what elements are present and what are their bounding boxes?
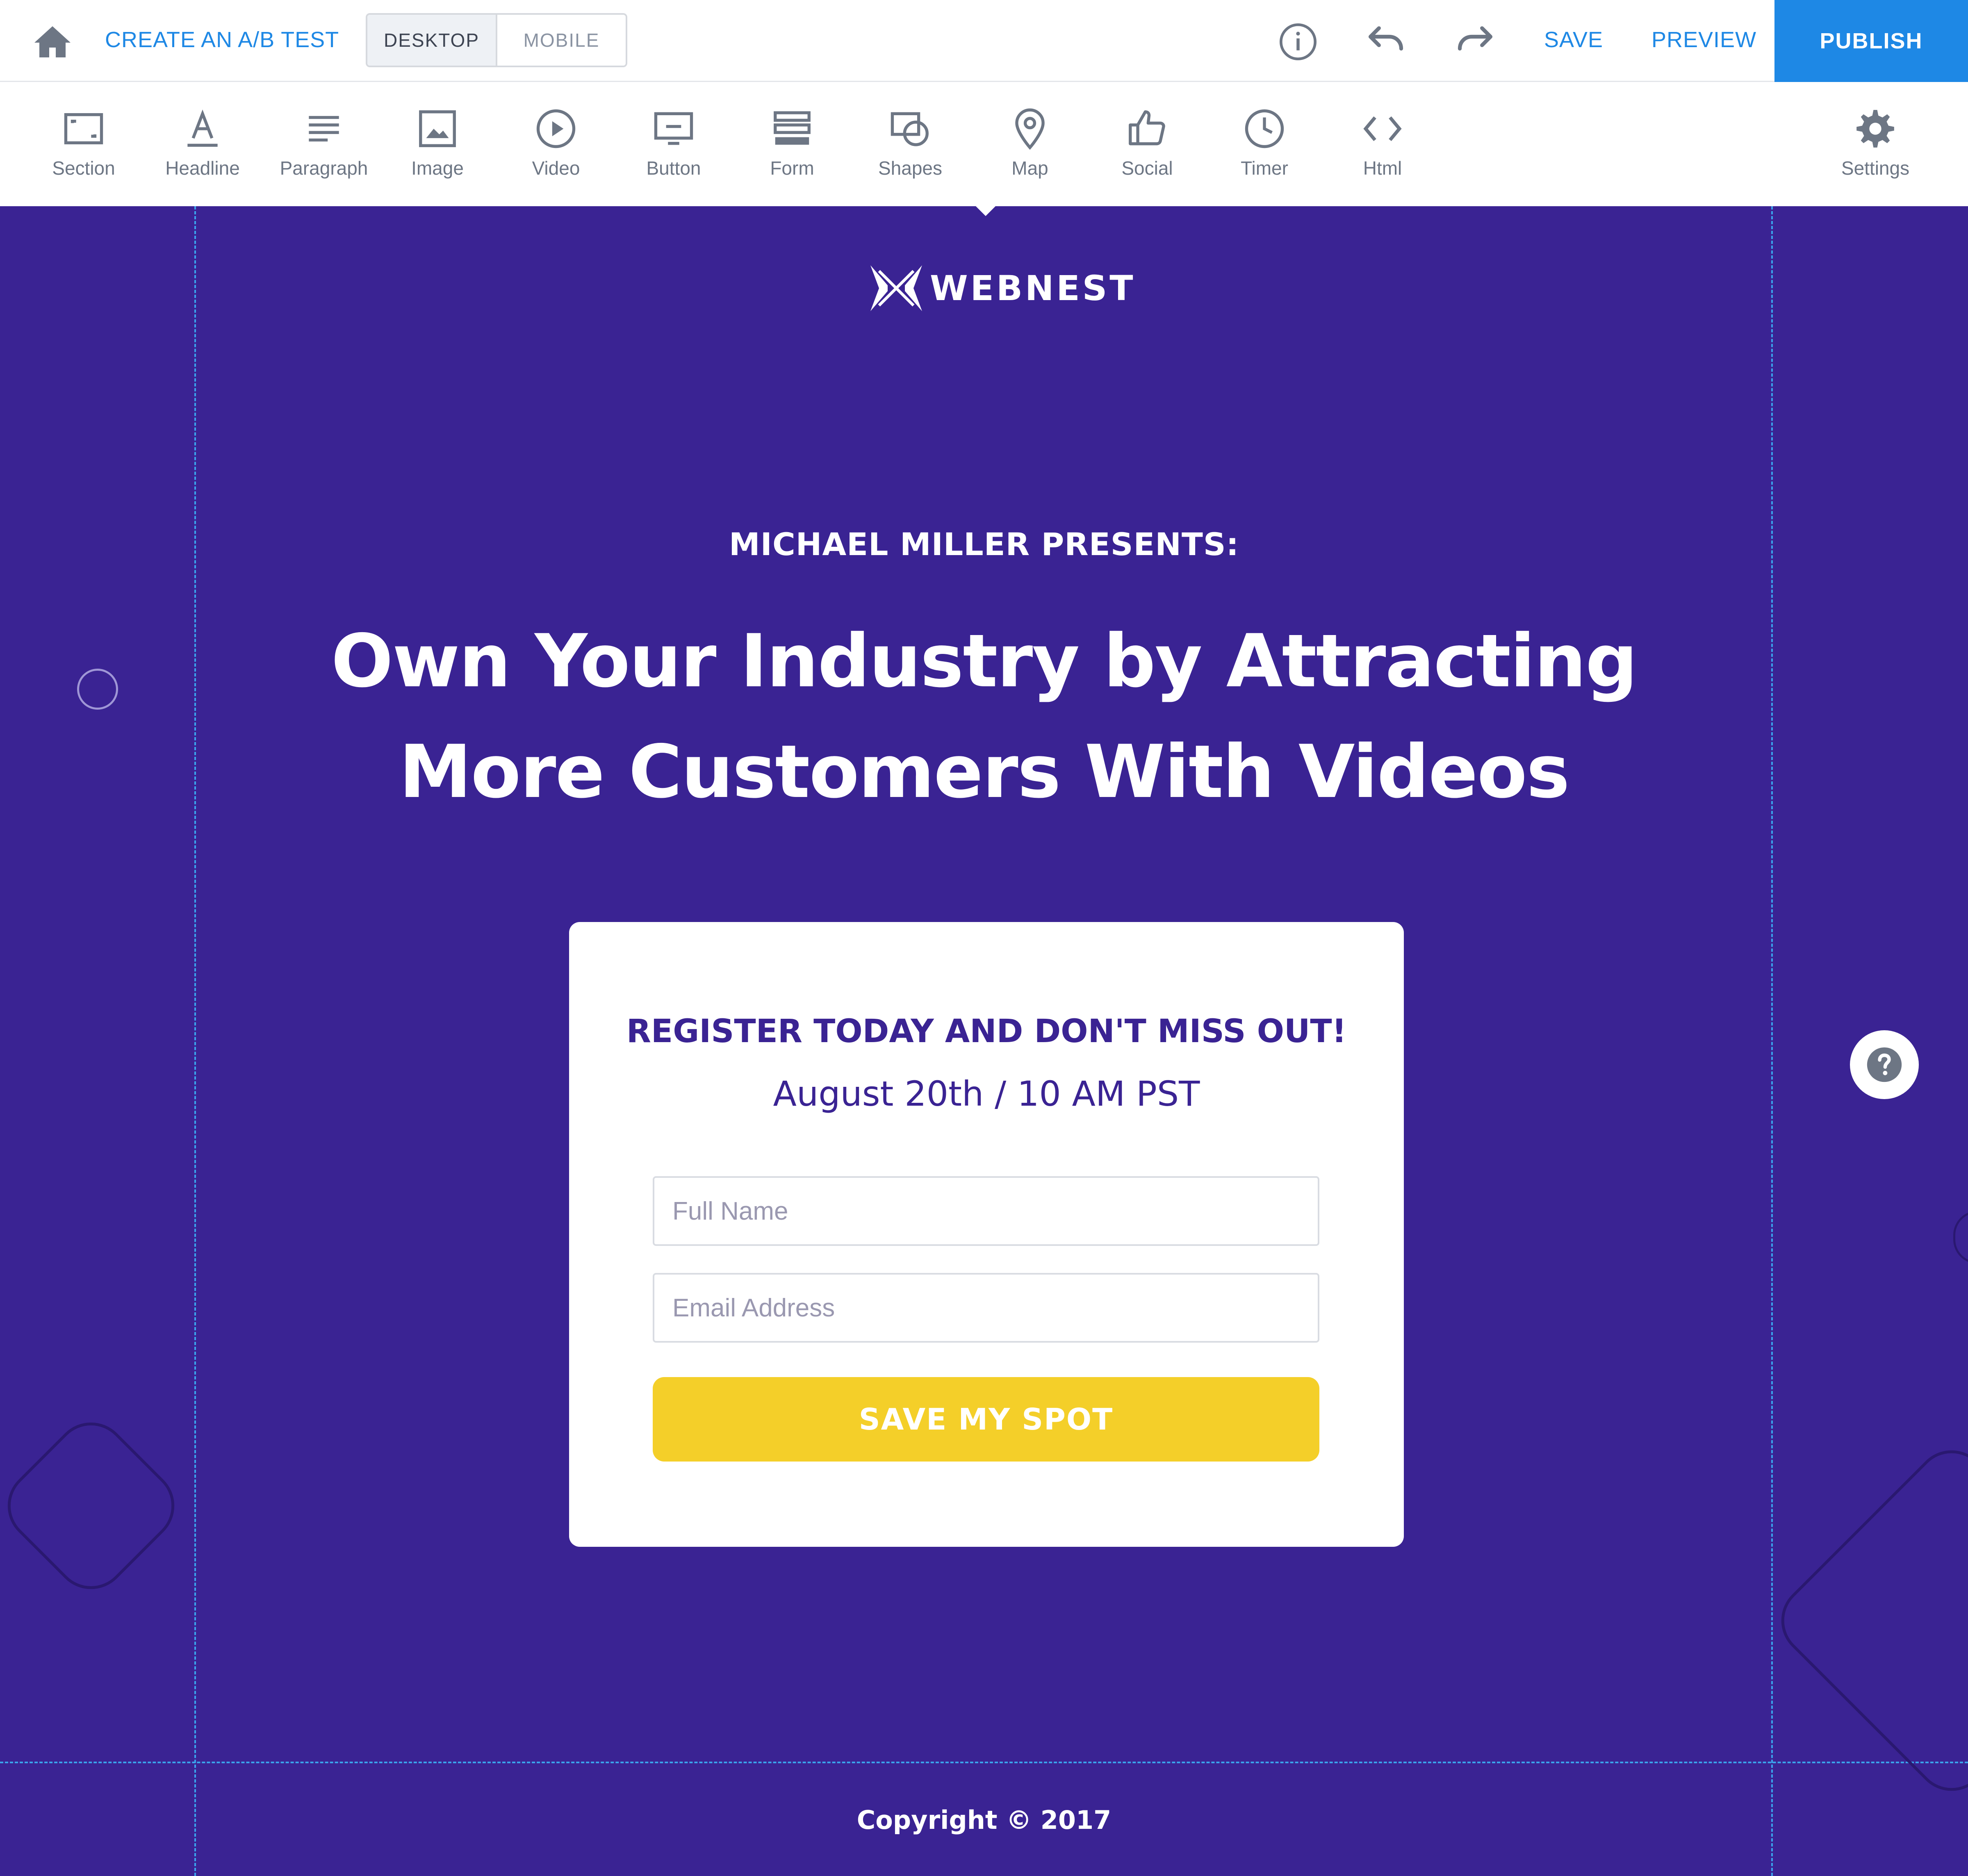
guide-line: [0, 1762, 1968, 1763]
email-field[interactable]: [653, 1273, 1319, 1343]
tool-label: Section: [52, 157, 115, 179]
home-icon[interactable]: [33, 25, 72, 59]
copyright-text[interactable]: Copyright © 2017: [0, 1805, 1968, 1835]
headline-line: More Customers With Videos: [399, 729, 1570, 814]
presenter-line[interactable]: MICHAEL MILLER PRESENTS:: [0, 526, 1968, 562]
save-my-spot-button[interactable]: SAVE MY SPOT: [653, 1377, 1319, 1462]
image-icon: [419, 110, 456, 147]
decorative-shape: [1766, 1435, 1968, 1806]
guide-line: [194, 206, 196, 1876]
tool-map[interactable]: Map: [977, 83, 1083, 206]
video-icon: [536, 109, 576, 148]
question-icon: [1867, 1047, 1902, 1082]
guide-line: [1771, 206, 1773, 1876]
save-button[interactable]: SAVE: [1544, 27, 1603, 52]
code-icon: [1363, 116, 1402, 141]
top-bar: CREATE AN A/B TEST DESKTOP MOBILE SAVE P…: [0, 0, 1968, 82]
event-date[interactable]: August 20th / 10 AM PST: [569, 1074, 1404, 1114]
clock-icon: [1245, 109, 1284, 148]
tool-image[interactable]: Image: [384, 83, 491, 206]
logo: WEBNEST: [868, 260, 1136, 317]
gear-icon: [1856, 110, 1894, 148]
tool-label: Html: [1363, 157, 1402, 179]
tool-social[interactable]: Social: [1094, 83, 1200, 206]
tool-timer[interactable]: Timer: [1211, 83, 1318, 206]
headline-line: Own Your Industry by Attracting: [331, 619, 1638, 704]
tool-video[interactable]: Video: [503, 83, 609, 206]
shapes-icon: [891, 112, 929, 146]
full-name-field[interactable]: [653, 1176, 1319, 1246]
tool-button[interactable]: Button: [620, 83, 727, 206]
webnest-logo-icon: [870, 265, 922, 311]
page-headline[interactable]: Own Your Industry by Attracting More Cus…: [246, 606, 1722, 827]
paragraph-icon: [309, 116, 339, 142]
page-canvas[interactable]: WEBNEST MICHAEL MILLER PRESENTS: Own You…: [0, 206, 1968, 1876]
edge-handle[interactable]: [1953, 1211, 1968, 1264]
tool-form[interactable]: Form: [739, 83, 845, 206]
logo-text: WEBNEST: [930, 268, 1136, 308]
tool-label: Map: [1011, 157, 1048, 179]
publish-button[interactable]: PUBLISH: [1774, 0, 1968, 82]
mobile-toggle[interactable]: MOBILE: [497, 15, 626, 66]
map-pin-icon: [1015, 108, 1045, 150]
tool-paragraph[interactable]: Paragraph: [271, 83, 377, 206]
tool-headline[interactable]: Headline: [149, 83, 256, 206]
tool-label: Paragraph: [280, 157, 368, 179]
toolbar-pointer: [976, 206, 995, 216]
info-icon[interactable]: [1278, 21, 1319, 62]
tool-label: Video: [532, 157, 580, 179]
tool-label: Button: [646, 157, 701, 179]
desktop-toggle[interactable]: DESKTOP: [367, 15, 497, 66]
decorative-shape: [0, 1407, 190, 1605]
section-handle[interactable]: [77, 669, 118, 710]
form-icon: [774, 111, 811, 145]
redo-icon[interactable]: [1455, 21, 1496, 62]
section-icon: [64, 113, 103, 145]
button-icon: [654, 112, 693, 145]
tool-label: Image: [411, 157, 464, 179]
tool-label: Form: [770, 157, 814, 179]
tool-settings[interactable]: Settings: [1822, 83, 1929, 206]
tool-label: Settings: [1841, 157, 1910, 179]
help-button[interactable]: [1850, 1030, 1919, 1099]
tool-label: Shapes: [878, 157, 942, 179]
headline-icon: [187, 109, 218, 147]
tool-shapes[interactable]: Shapes: [857, 83, 963, 206]
preview-button[interactable]: PREVIEW: [1651, 27, 1756, 52]
card-title[interactable]: REGISTER TODAY AND DON'T MISS OUT!: [569, 1013, 1404, 1050]
tool-label: Social: [1121, 157, 1173, 179]
tool-label: Timer: [1241, 157, 1288, 179]
element-toolbar: Section Headline Paragraph Image Video B…: [0, 83, 1968, 206]
device-toggle: DESKTOP MOBILE: [366, 13, 627, 67]
tool-html[interactable]: Html: [1329, 83, 1436, 206]
registration-card[interactable]: REGISTER TODAY AND DON'T MISS OUT! Augus…: [569, 922, 1404, 1547]
create-ab-test-link[interactable]: CREATE AN A/B TEST: [105, 27, 339, 52]
tool-section[interactable]: Section: [30, 83, 137, 206]
undo-icon[interactable]: [1365, 21, 1406, 62]
thumbs-up-icon: [1129, 110, 1165, 146]
tool-label: Headline: [165, 157, 240, 179]
